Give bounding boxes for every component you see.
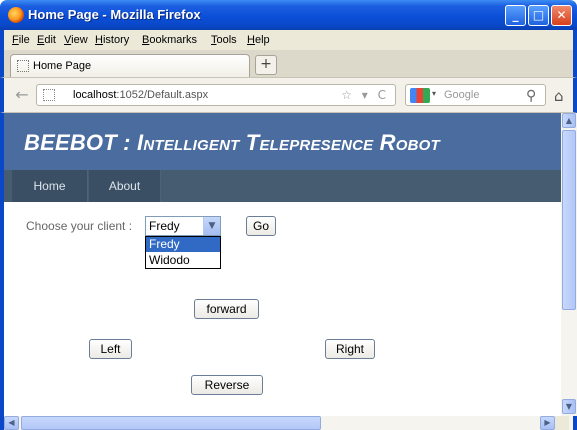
bookmark-star-icon[interactable]: ☆ ▾ C: [341, 88, 389, 102]
search-input[interactable]: Google: [444, 89, 479, 101]
page-icon: [17, 60, 29, 72]
page-viewport: BEEBOT : Intelligent Telepresence Robot …: [0, 113, 577, 416]
menu-help[interactable]: Help: [247, 34, 270, 46]
site-title: BEEBOT : Intelligent Telepresence Robot: [24, 130, 440, 155]
window-title: Home Page - Mozilla Firefox: [28, 7, 201, 22]
scroll-up-icon[interactable]: ▲: [562, 113, 576, 128]
go-button[interactable]: Go: [246, 216, 276, 236]
url-text: localhost:1052/Default.aspx: [73, 89, 209, 101]
tab-strip: Home Page +: [0, 50, 577, 77]
chevron-down-icon[interactable]: ▾: [432, 89, 436, 98]
magnifier-icon[interactable]: ⚲: [526, 88, 536, 104]
site-menu-about[interactable]: About: [89, 170, 161, 202]
home-icon[interactable]: ⌂: [554, 87, 564, 105]
tab-label: Home Page: [33, 60, 92, 72]
minimize-button[interactable]: _: [505, 5, 526, 26]
search-bar[interactable]: ▾ Google: [405, 84, 546, 106]
new-tab-button[interactable]: +: [255, 55, 277, 75]
menu-tools[interactable]: Tools: [211, 34, 237, 46]
window-title-bar[interactable]: Home Page - Mozilla Firefox _ □ ✕: [0, 0, 577, 30]
vertical-scrollbar[interactable]: ▲ ▼: [561, 113, 577, 416]
right-button[interactable]: Right: [325, 339, 375, 359]
search-engine-icon[interactable]: [410, 88, 430, 103]
site-header: BEEBOT : Intelligent Telepresence Robot: [4, 113, 561, 170]
scroll-right-icon[interactable]: ▶: [540, 416, 555, 430]
resize-grip-icon[interactable]: [555, 416, 569, 430]
scroll-down-icon[interactable]: ▼: [562, 399, 576, 414]
client-select-value: Fredy: [149, 219, 180, 233]
site-menu-home[interactable]: Home: [12, 170, 88, 202]
client-label: Choose your client :: [26, 219, 133, 233]
menu-view[interactable]: View: [64, 34, 88, 46]
client-option-widodo[interactable]: Widodo: [146, 253, 220, 268]
navigation-bar: ← localhost:1052/Default.aspx ☆ ▾ C ▾ Go…: [0, 77, 577, 113]
forward-button[interactable]: forward: [194, 299, 259, 319]
firefox-icon: [8, 7, 24, 23]
back-arrow-icon[interactable]: ←: [10, 84, 34, 106]
maximize-button[interactable]: □: [528, 5, 549, 26]
scroll-left-icon[interactable]: ◀: [4, 416, 19, 430]
url-bar[interactable]: localhost:1052/Default.aspx ☆ ▾ C: [36, 84, 396, 106]
menu-file[interactable]: File: [12, 34, 30, 46]
left-button[interactable]: Left: [89, 339, 132, 359]
horizontal-scrollbar[interactable]: ◀ ▶: [0, 416, 577, 430]
horizontal-scroll-thumb[interactable]: [21, 416, 321, 430]
client-option-fredy[interactable]: Fredy: [146, 237, 220, 252]
vertical-scroll-thumb[interactable]: [562, 130, 576, 310]
reverse-button[interactable]: Reverse: [191, 375, 263, 395]
client-dropdown-list: Fredy Widodo: [145, 236, 221, 269]
site-menu: Home About: [4, 170, 561, 202]
tab-home-page[interactable]: Home Page: [10, 54, 250, 77]
chevron-down-icon[interactable]: ▼: [203, 217, 220, 235]
menu-edit[interactable]: Edit: [37, 34, 56, 46]
menu-bar: File Edit View History Bookmarks Tools H…: [0, 30, 577, 50]
site-identity-icon[interactable]: [43, 89, 55, 101]
client-select[interactable]: Fredy ▼: [145, 216, 221, 236]
close-button[interactable]: ✕: [551, 5, 572, 26]
menu-bookmarks[interactable]: Bookmarks: [142, 34, 197, 46]
menu-history[interactable]: History: [95, 34, 129, 46]
